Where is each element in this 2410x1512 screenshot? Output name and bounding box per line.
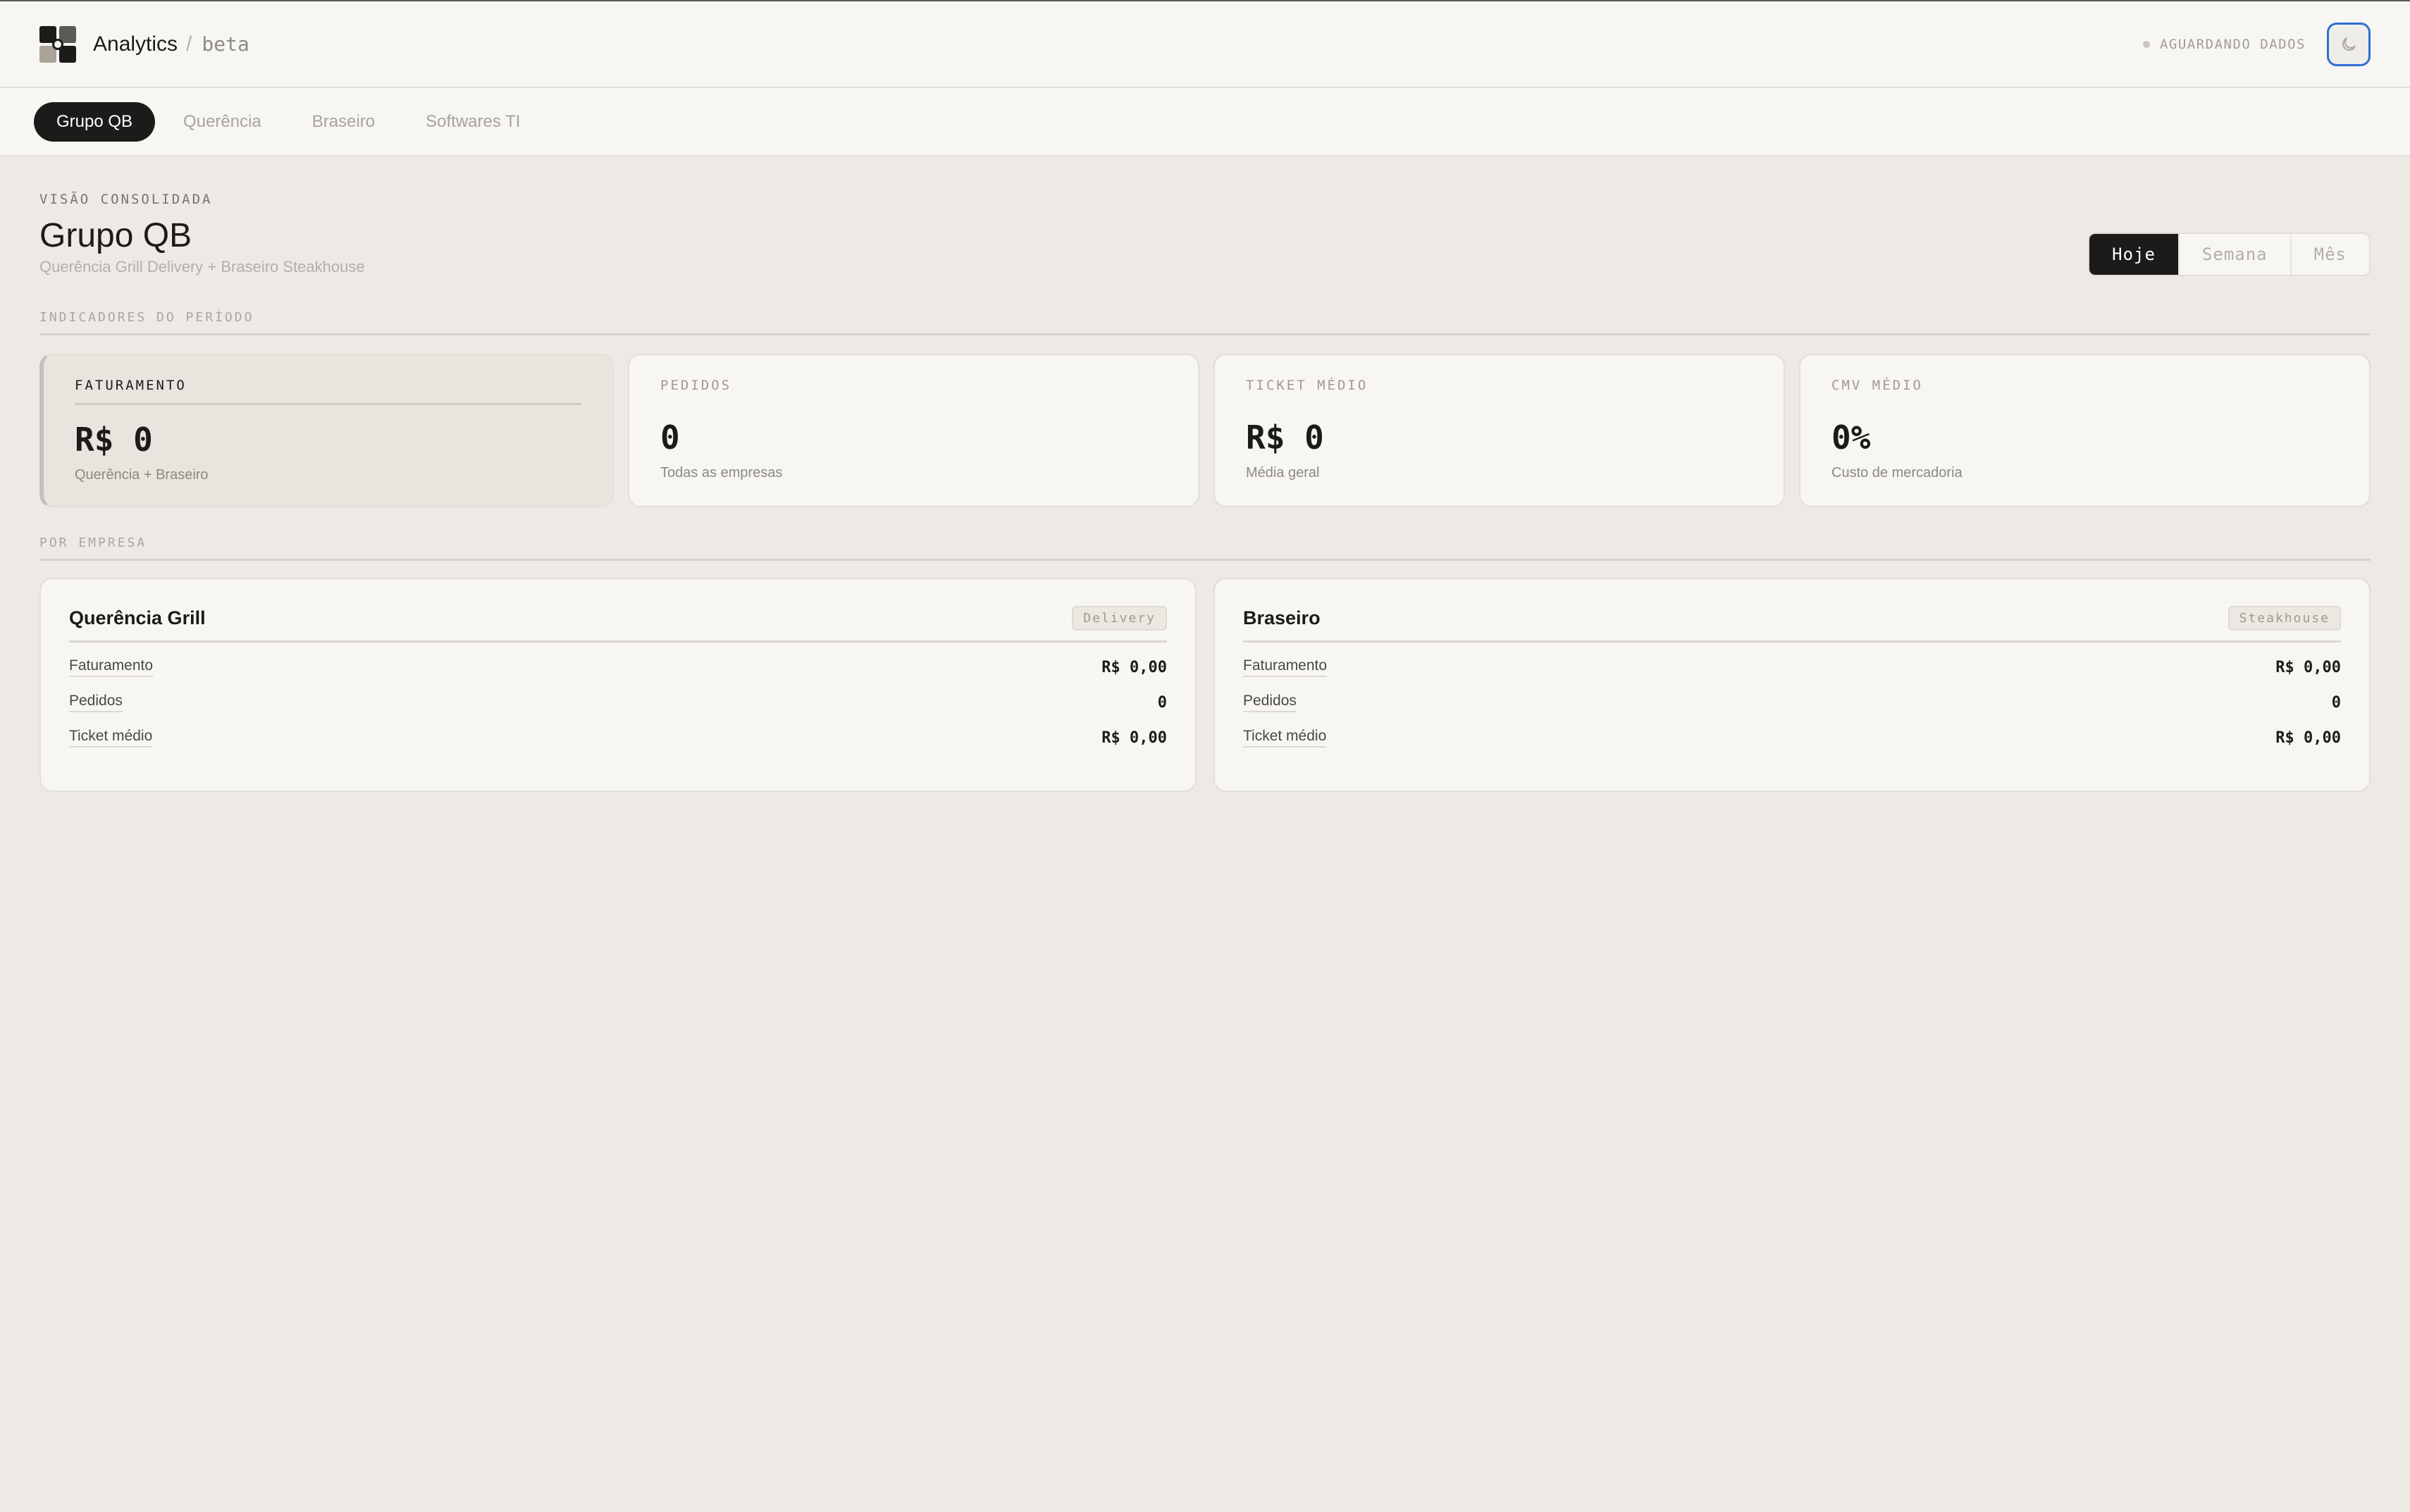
metric-label: Faturamento: [1243, 657, 1328, 677]
company-badge: Steakhouse: [2227, 606, 2341, 631]
main-content: VISÃO CONSOLIDADA Grupo QB Querência Gri…: [39, 156, 2371, 792]
kpi-note: Todas as empresas: [660, 465, 783, 481]
metric-label: Pedidos: [69, 693, 123, 712]
company-card-querencia: Querência Grill Delivery Faturamento R$ …: [39, 578, 1197, 792]
kpi-label: CMV MÉDIO: [1831, 378, 1923, 393]
kpi-note: Querência + Braseiro: [75, 467, 209, 483]
grid-logo-icon: [39, 25, 76, 63]
company-card-header: Braseiro Steakhouse: [1243, 606, 2341, 643]
metric-row: Faturamento R$ 0,00: [1243, 657, 2341, 678]
kpi-card-cmv-medio[interactable]: CMV MÉDIO 0% Custo de mercadoria: [1799, 354, 2371, 507]
metric-value: R$ 0,00: [1101, 658, 1167, 676]
tab-querencia[interactable]: Querência: [161, 102, 284, 142]
metric-value: 0: [1157, 693, 1167, 712]
tab-braseiro[interactable]: Braseiro: [290, 102, 397, 142]
top-header: Analytics / beta AGUARDANDO DADOS: [0, 0, 2410, 88]
period-option-mes[interactable]: Mês: [2290, 234, 2369, 275]
metric-value: R$ 0,00: [2275, 658, 2341, 676]
moon-icon: [2342, 37, 2356, 51]
metric-row: Ticket médio R$ 0,00: [69, 727, 1167, 748]
metric-label: Faturamento: [69, 657, 154, 677]
company-badge: Delivery: [1072, 606, 1167, 631]
kpi-value: R$ 0: [75, 421, 153, 459]
metric-row: Pedidos 0: [69, 692, 1167, 713]
period-selector: Hoje Semana Mês: [2088, 233, 2371, 276]
kpi-label: TICKET MÉDIO: [1246, 378, 1368, 393]
kpi-value: 0: [660, 419, 680, 457]
period-option-semana[interactable]: Semana: [2177, 234, 2290, 275]
tab-grupo-qb[interactable]: Grupo QB: [34, 101, 156, 142]
title-separator: /: [186, 32, 192, 56]
theme-toggle-button[interactable]: [2327, 22, 2371, 66]
page-title: Grupo QB: [39, 217, 192, 254]
kpi-card-faturamento[interactable]: FATURAMENTO R$ 0 Querência + Braseiro: [39, 354, 614, 507]
metric-label: Pedidos: [1243, 693, 1297, 712]
kpi-card-ticket-medio[interactable]: TICKET MÉDIO R$ 0 Média geral: [1213, 354, 1785, 507]
kpi-card-pedidos[interactable]: PEDIDOS 0 Todas as empresas: [628, 354, 1199, 507]
metric-label: Ticket médio: [1243, 728, 1327, 748]
page-subtitle: Querência Grill Delivery + Braseiro Stea…: [39, 258, 365, 275]
kpi-value: 0%: [1831, 419, 1871, 457]
app-name: Analytics: [93, 32, 178, 56]
company-grid: Querência Grill Delivery Faturamento R$ …: [39, 578, 2371, 792]
status-dot-icon: [2142, 40, 2150, 48]
metric-value: R$ 0,00: [2275, 729, 2341, 747]
metric-row: Pedidos 0: [1243, 692, 2341, 713]
kpi-label: PEDIDOS: [660, 378, 732, 393]
company-tabs: Grupo QB Querência Braseiro Softwares TI: [0, 88, 2410, 156]
status-text: AGUARDANDO DADOS: [2159, 36, 2306, 52]
metric-value: 0: [2331, 693, 2341, 712]
app-tag: beta: [202, 32, 249, 56]
kpi-grid: FATURAMENTO R$ 0 Querência + Braseiro PE…: [39, 354, 2371, 507]
company-name: Braseiro: [1243, 607, 1321, 628]
company-name: Querência Grill: [69, 607, 206, 628]
metric-label: Ticket médio: [69, 728, 153, 748]
page-eyebrow: VISÃO CONSOLIDADA: [39, 192, 213, 207]
section-indicators-heading: INDICADORES DO PERÍODO: [39, 310, 2371, 335]
company-card-braseiro: Braseiro Steakhouse Faturamento R$ 0,00 …: [1213, 578, 2371, 792]
kpi-note: Média geral: [1246, 465, 1320, 481]
kpi-value: R$ 0: [1246, 419, 1324, 457]
company-card-header: Querência Grill Delivery: [69, 606, 1167, 643]
metric-row: Faturamento R$ 0,00: [69, 657, 1167, 678]
kpi-note: Custo de mercadoria: [1831, 465, 1963, 481]
metric-value: R$ 0,00: [1101, 729, 1167, 747]
header-right: AGUARDANDO DADOS: [2142, 22, 2371, 66]
metric-row: Ticket médio R$ 0,00: [1243, 727, 2341, 748]
kpi-label: FATURAMENTO: [75, 378, 581, 405]
section-by-company-heading: POR EMPRESA: [39, 535, 2371, 561]
tab-softwares-ti[interactable]: Softwares TI: [403, 102, 543, 142]
period-option-hoje[interactable]: Hoje: [2089, 234, 2178, 275]
